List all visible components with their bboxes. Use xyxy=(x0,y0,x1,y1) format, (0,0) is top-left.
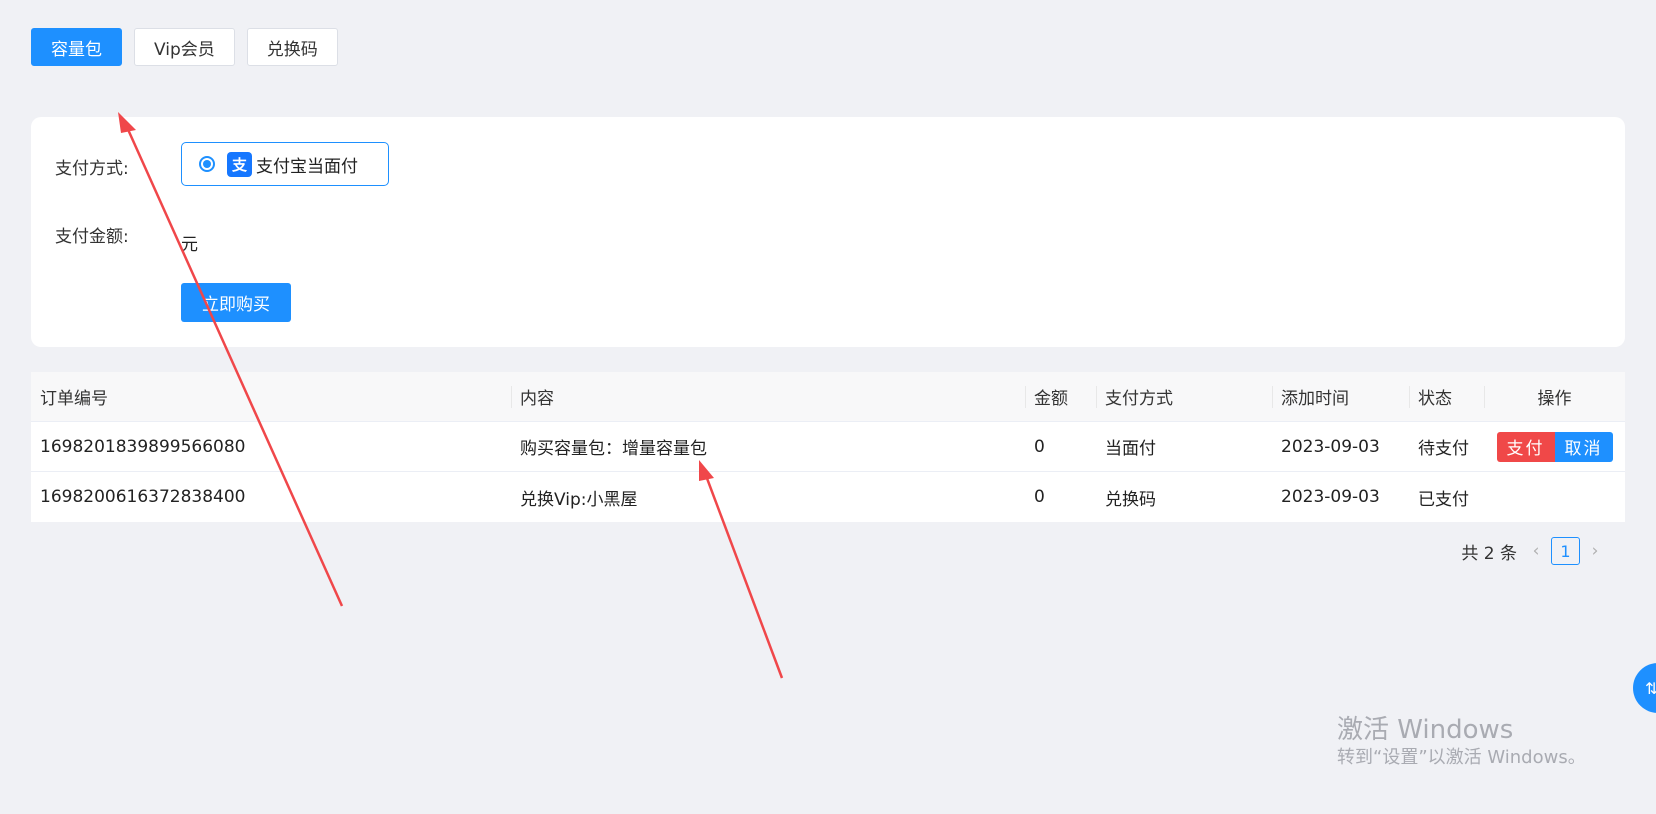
payment-card: 支付方式: 支 支付宝当面付 支付金额: 元 立即购买 xyxy=(31,117,1625,347)
header-actions: 操作 xyxy=(1484,372,1625,421)
header-content: 内容 xyxy=(511,372,1025,421)
buy-now-button[interactable]: 立即购买 xyxy=(181,283,291,322)
order-actions: 支付 取消 xyxy=(1484,422,1625,471)
order-method: 当面付 xyxy=(1105,439,1156,459)
order-status: 已支付 xyxy=(1418,489,1469,510)
table-row: 1698200616372838400 兑换Vip:小黑屋 0 兑换码 2023… xyxy=(31,472,1625,522)
watermark-subtitle: 转到“设置”以激活 Windows。 xyxy=(1337,747,1586,768)
alipay-option[interactable]: 支 支付宝当面付 xyxy=(181,142,389,186)
table-row: 1698201839899566080 购买容量包：增量容量包 0 当面付 20… xyxy=(31,422,1625,472)
header-payment-method: 支付方式 xyxy=(1096,372,1272,421)
pay-button[interactable]: 支付 xyxy=(1496,431,1555,462)
order-amount: 0 xyxy=(1034,487,1045,507)
header-status: 状态 xyxy=(1409,372,1484,421)
order-content: 购买容量包：增量容量包 xyxy=(520,439,707,459)
amount-unit: 元 xyxy=(181,235,198,255)
tab-vip-member[interactable]: Vip会员 xyxy=(134,28,235,66)
alipay-icon: 支 xyxy=(227,151,252,177)
order-status: 待支付 xyxy=(1418,439,1469,459)
header-order-id: 订单编号 xyxy=(40,389,108,409)
order-time: 2023-09-03 xyxy=(1281,436,1380,457)
windows-activation-watermark: 激活 Windows 转到“设置”以激活 Windows。 xyxy=(1337,714,1586,770)
order-content: 兑换Vip:小黑屋 xyxy=(520,489,638,510)
header-amount: 金额 xyxy=(1025,372,1096,421)
pagination: 共 2 条 ‹ 1 › xyxy=(1461,537,1602,565)
page-button-current[interactable]: 1 xyxy=(1551,537,1580,565)
order-method: 兑换码 xyxy=(1105,489,1156,510)
table-header: 订单编号 内容 金额 支付方式 添加时间 状态 操作 xyxy=(31,372,1625,422)
chevron-right-icon[interactable]: › xyxy=(1588,541,1602,561)
radio-selected-icon[interactable] xyxy=(199,156,215,172)
watermark-title: 激活 Windows xyxy=(1337,715,1514,745)
tab-capacity-pack[interactable]: 容量包 xyxy=(31,28,122,66)
payment-amount-label: 支付金额: xyxy=(55,227,129,247)
alipay-option-label: 支付宝当面付 xyxy=(256,156,358,177)
chevron-left-icon[interactable]: ‹ xyxy=(1529,541,1543,561)
order-id: 1698201839899566080 xyxy=(40,436,246,457)
cancel-button[interactable]: 取消 xyxy=(1554,431,1613,462)
floating-sort-button[interactable]: ⇅ xyxy=(1633,663,1656,713)
order-actions xyxy=(1484,472,1625,522)
order-amount: 0 xyxy=(1034,436,1045,457)
payment-method-label: 支付方式: xyxy=(55,159,129,179)
pagination-total: 共 2 条 xyxy=(1461,543,1517,564)
order-id: 1698200616372838400 xyxy=(40,487,246,507)
header-added-time: 添加时间 xyxy=(1272,372,1409,421)
tab-redeem-code[interactable]: 兑换码 xyxy=(246,28,338,66)
orders-table: 订单编号 内容 金额 支付方式 添加时间 状态 操作 1698201839899… xyxy=(31,372,1625,522)
tab-bar: 容量包 Vip会员 兑换码 xyxy=(31,28,338,66)
order-time: 2023-09-03 xyxy=(1281,487,1380,507)
